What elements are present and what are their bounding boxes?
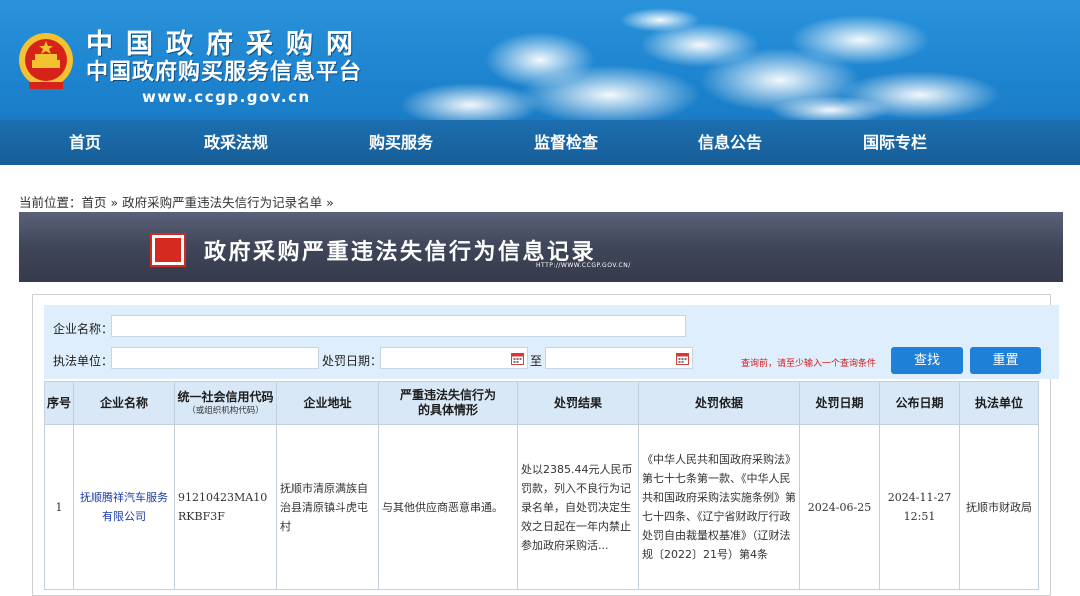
col-header-result: 处罚结果 xyxy=(517,381,639,425)
row-publish-date: 2024-11-27 12:51 xyxy=(879,424,960,590)
company-name-input[interactable] xyxy=(111,315,686,337)
nav-item-purchase-services[interactable]: 购买服务 xyxy=(369,120,433,165)
col-header-index: 序号 xyxy=(44,381,74,425)
row-basis: 《中华人民共和国政府采购法》第七十七条第一款、《中华人民共和国政府采购法实施条例… xyxy=(638,424,800,590)
site-name: 中国政府采购网 xyxy=(86,29,366,60)
breadcrumb-tail: » xyxy=(322,195,334,210)
nav-item-announcements[interactable]: 信息公告 xyxy=(698,120,762,165)
date-to-label: 至 xyxy=(530,354,543,368)
breadcrumb: 当前位置：首页 » 政府采购严重违法失信行为记录名单 » xyxy=(19,192,334,211)
row-result: 处以2385.44元人民币罚款，列入不良行为记录名单，自处罚决定生效之日起在一年… xyxy=(517,424,639,590)
row-address: 抚顺市清原满族自治县清原镇斗虎屯村 xyxy=(276,424,379,590)
nav-item-regulations[interactable]: 政采法规 xyxy=(204,120,268,165)
date-from-input[interactable] xyxy=(380,347,528,369)
col-header-credit-code: 统一社会信用代码 （或组织机构代码） xyxy=(174,381,277,425)
page-banner: 政府采购严重违法失信行为信息记录 HTTP://WWW.CCGP.GOV.CN/ xyxy=(19,212,1063,282)
site-header: 中国政府采购网 中国政府购买服务信息平台 www.ccgp.gov.cn xyxy=(0,0,1080,120)
company-name-label: 企业名称： xyxy=(53,322,114,336)
col-header-publish-date: 公布日期 xyxy=(879,381,960,425)
site-subtitle: 中国政府购买服务信息平台 xyxy=(86,60,363,85)
calendar-icon[interactable] xyxy=(511,352,524,365)
row-index: 1 xyxy=(44,424,74,590)
col-header-address: 企业地址 xyxy=(276,381,379,425)
site-url: www.ccgp.gov.cn xyxy=(142,88,311,106)
breadcrumb-prefix: 当前位置： xyxy=(19,195,82,210)
col-header-penalty-date: 处罚日期 xyxy=(799,381,880,425)
row-credit-code: 91210423MA10RKBF3F xyxy=(174,424,277,590)
banner-url: HTTP://WWW.CCGP.GOV.CN/ xyxy=(536,262,631,269)
col-header-situation: 严重违法失信行为 的具体情形 xyxy=(378,381,518,425)
row-penalty-date: 2024-06-25 xyxy=(799,424,880,590)
nav-item-home[interactable]: 首页 xyxy=(69,120,101,165)
nav-item-international[interactable]: 国际专栏 xyxy=(863,120,927,165)
search-hint: 查询前，请至少输入一个查询条件 xyxy=(741,359,877,369)
reset-button[interactable]: 重置 xyxy=(970,347,1041,374)
agency-label: 执法单位： xyxy=(53,354,114,368)
col-header-company: 企业名称 xyxy=(73,381,175,425)
date-to-input[interactable] xyxy=(545,347,693,369)
col-header-basis: 处罚依据 xyxy=(638,381,800,425)
records-table: 序号 企业名称 统一社会信用代码 （或组织机构代码） 企业地址 严重违法失信行为的… xyxy=(44,381,1039,590)
search-button[interactable]: 查找 xyxy=(891,347,963,374)
agency-input[interactable] xyxy=(111,347,319,369)
seal-icon xyxy=(150,233,186,267)
calendar-icon[interactable] xyxy=(676,352,689,365)
table-row: 1 抚顺腾祥汽车服务有限公司 91210423MA10RKBF3F 抚顺市清原满… xyxy=(44,424,1039,590)
breadcrumb-current-link[interactable]: 政府采购严重违法失信行为记录名单 xyxy=(122,195,322,210)
table-header-row: 序号 企业名称 统一社会信用代码 （或组织机构代码） 企业地址 严重违法失信行为的… xyxy=(44,381,1039,425)
main-nav: 首页 政采法规 购买服务 监督检查 信息公告 国际专栏 xyxy=(0,120,1080,165)
nav-item-supervision[interactable]: 监督检查 xyxy=(534,120,598,165)
row-agency: 抚顺市财政局 xyxy=(959,424,1039,590)
penalty-date-label: 处罚日期： xyxy=(322,354,383,368)
breadcrumb-home-link[interactable]: 首页 xyxy=(82,195,107,210)
breadcrumb-separator: » xyxy=(106,195,123,210)
national-emblem-icon xyxy=(19,33,73,89)
row-situation: 与其他供应商恶意串通。 xyxy=(378,424,518,590)
row-company-link[interactable]: 抚顺腾祥汽车服务有限公司 xyxy=(73,424,175,590)
col-header-agency: 执法单位 xyxy=(959,381,1039,425)
